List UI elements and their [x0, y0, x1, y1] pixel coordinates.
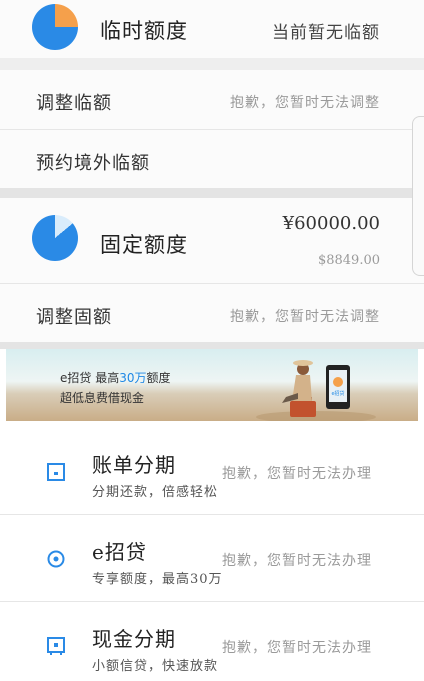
- fixed-limit-row: 固定额度 ¥60000.00 $8849.00: [0, 198, 424, 283]
- service-bill-installment[interactable]: 账单分期 分期还款，倍感轻松 抱歉，您暂时无法办理: [0, 428, 424, 514]
- service-cash-installment[interactable]: 现金分期 小额信贷，快速放款 抱歉，您暂时无法办理: [0, 602, 424, 681]
- service-status: 抱歉，您暂时无法办理: [222, 640, 372, 656]
- temp-limit-row: 临时额度 当前暂无临额: [0, 0, 424, 58]
- bill-installment-icon: [47, 463, 65, 481]
- section-divider: [0, 342, 424, 349]
- service-desc: 专享额度，最高30万: [92, 572, 223, 587]
- section-divider: [0, 188, 424, 198]
- temp-limit-status: 当前暂无临额: [272, 23, 380, 43]
- banner-subline: 超低息费借现金: [60, 391, 145, 405]
- section-divider: [0, 58, 424, 70]
- promo-banner[interactable]: e招贷 最高30万额度 超低息费借现金 e招贷: [6, 349, 418, 421]
- service-e-loan[interactable]: e招贷 专享额度，最高30万 抱歉，您暂时无法办理: [0, 515, 424, 601]
- adjust-temp-row[interactable]: 调整临额 抱歉，您暂时无法调整: [0, 70, 424, 129]
- overseas-temp-row[interactable]: 预约境外临额: [0, 130, 424, 188]
- available-amount: $8849.00: [317, 253, 380, 268]
- banner-headline: e招贷 最高30万额度: [60, 371, 171, 385]
- svg-text:e招贷: e招贷: [331, 390, 344, 397]
- overseas-temp-label: 预约境外临额: [36, 153, 150, 174]
- scroll-handle[interactable]: [412, 116, 424, 276]
- adjust-fixed-row[interactable]: 调整固额 抱歉，您暂时无法调整: [0, 284, 424, 342]
- service-title: e招贷: [92, 540, 147, 564]
- fixed-limit-label: 固定额度: [100, 233, 188, 257]
- adjust-fixed-status: 抱歉，您暂时无法调整: [230, 309, 380, 325]
- temp-limit-label: 临时额度: [100, 19, 188, 43]
- adjust-fixed-label: 调整固额: [36, 307, 112, 328]
- service-title: 账单分期: [92, 453, 176, 477]
- service-title: 现金分期: [92, 627, 176, 651]
- e-loan-icon: [47, 550, 65, 568]
- banner-illustration: e招贷: [256, 360, 376, 421]
- service-status: 抱歉，您暂时无法办理: [222, 466, 372, 482]
- pie-chart-icon: [32, 215, 78, 261]
- service-status: 抱歉，您暂时无法办理: [222, 553, 372, 569]
- adjust-temp-label: 调整临额: [36, 93, 112, 114]
- pie-chart-icon: [32, 4, 78, 50]
- cash-installment-icon: [47, 637, 65, 655]
- service-desc: 分期还款，倍感轻松: [92, 485, 219, 500]
- adjust-temp-status: 抱歉，您暂时无法调整: [230, 95, 380, 111]
- fixed-limit-amount: ¥60000.00: [282, 213, 380, 234]
- service-desc: 小额信贷，快速放款: [92, 659, 219, 674]
